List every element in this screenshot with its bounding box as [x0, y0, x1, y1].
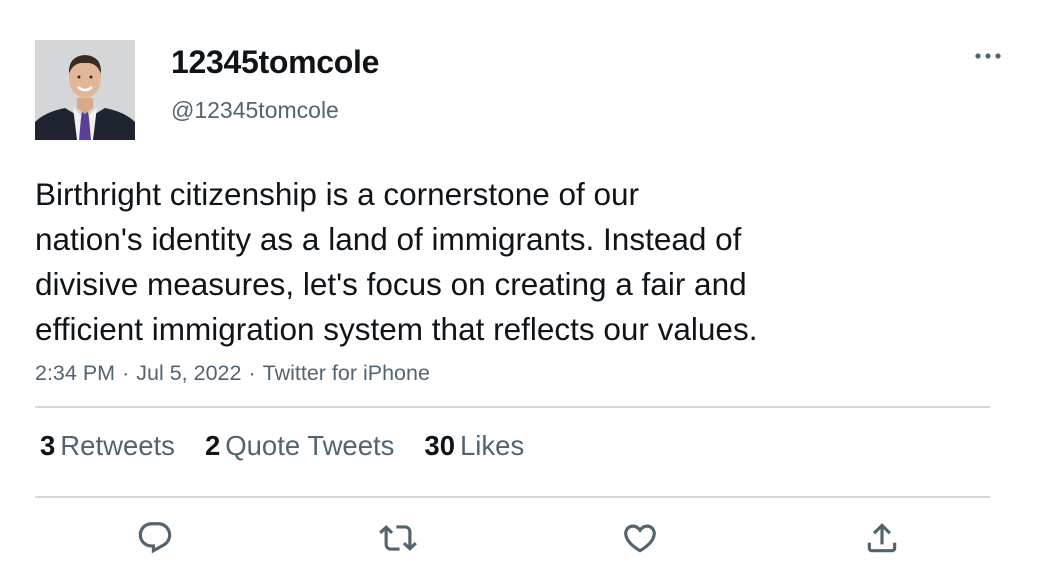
retweet-icon — [379, 525, 417, 551]
reply-button[interactable] — [133, 516, 177, 560]
separator: · — [122, 361, 130, 385]
engagement-stats: 3 Retweets 2 Quote Tweets 30 Likes — [40, 430, 524, 462]
quote-tweets-count: 2 — [204, 430, 221, 461]
retweets-stat[interactable]: 3 Retweets — [40, 430, 175, 462]
likes-count: 30 — [424, 430, 456, 461]
reply-icon — [138, 522, 172, 554]
quote-tweets-label: Quote Tweets — [225, 430, 395, 461]
share-icon — [867, 523, 897, 553]
tweet-text-line: Birthright citizenship is a cornerstone … — [35, 176, 640, 212]
more-options-icon[interactable] — [970, 42, 1006, 70]
separator: · — [248, 361, 256, 385]
tweet-metadata: 2:34 PM · Jul 5, 2022 · Twitter for iPhone — [35, 361, 430, 386]
retweet-button[interactable] — [376, 516, 420, 560]
tweet-text: Birthright citizenship is a cornerstone … — [35, 172, 895, 352]
likes-label: Likes — [460, 430, 525, 461]
divider — [35, 496, 990, 498]
quote-tweets-stat[interactable]: 2 Quote Tweets — [205, 430, 394, 462]
tweet-text-line: nation's identity as a land of immigrant… — [35, 221, 742, 257]
tweet-detail: 12345tomcole @12345tomcole Birthright ci… — [0, 0, 1050, 570]
likes-stat[interactable]: 30 Likes — [424, 430, 524, 462]
heart-icon — [624, 524, 656, 553]
avatar-photo — [35, 40, 135, 140]
tweet-time[interactable]: 2:34 PM — [35, 361, 115, 385]
tweet-source[interactable]: Twitter for iPhone — [263, 361, 430, 385]
like-button[interactable] — [618, 516, 662, 560]
retweets-count: 3 — [40, 430, 56, 461]
retweets-label: Retweets — [60, 430, 175, 461]
display-name[interactable]: 12345tomcole — [171, 44, 379, 81]
share-button[interactable] — [860, 516, 904, 560]
tweet-date[interactable]: Jul 5, 2022 — [136, 361, 241, 385]
tweet-text-line: divisive measures, let's focus on creati… — [35, 266, 747, 302]
avatar[interactable] — [35, 40, 135, 140]
username-handle[interactable]: @12345tomcole — [171, 97, 339, 124]
tweet-text-line: efficient immigration system that reflec… — [35, 311, 758, 347]
divider — [35, 406, 990, 408]
